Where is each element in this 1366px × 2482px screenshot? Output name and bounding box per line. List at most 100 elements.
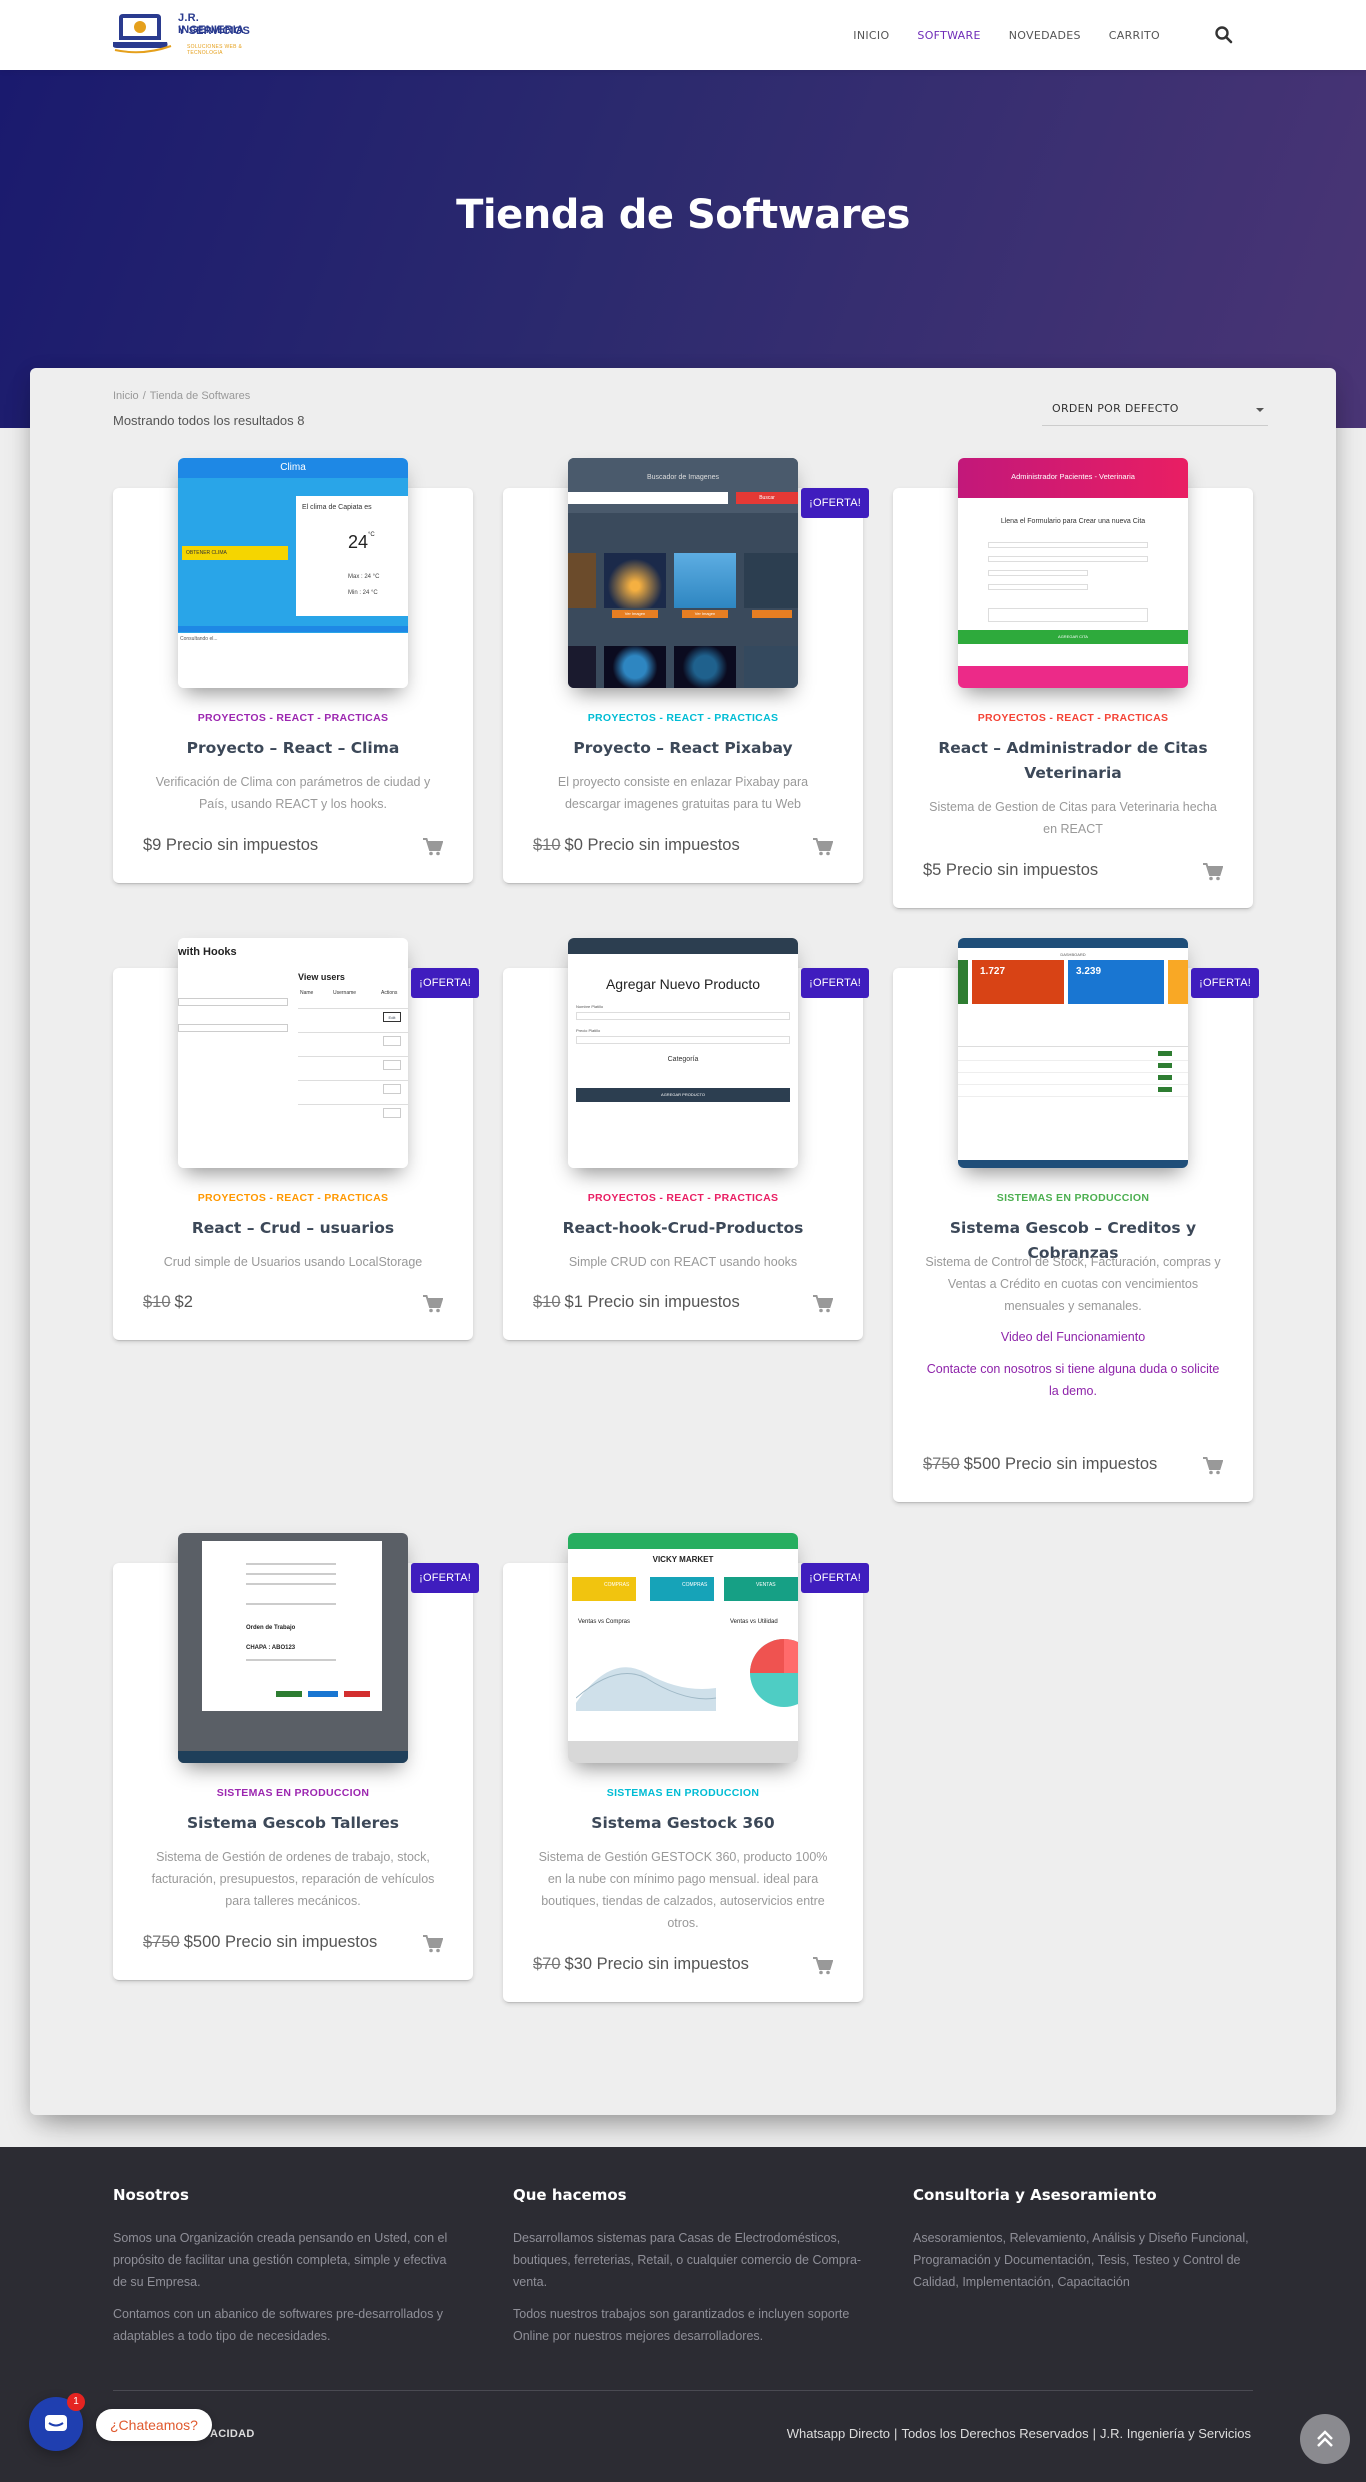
product-image[interactable]: Orden de Trabajo CHAPA : ABO123 <box>178 1533 408 1763</box>
add-to-cart-icon[interactable] <box>813 1295 833 1313</box>
breadcrumb: Inicio / Tienda de Softwares <box>113 390 251 402</box>
breadcrumb-home[interactable]: Inicio <box>113 390 139 402</box>
mini-pie-image <box>750 1639 798 1707</box>
product-title[interactable]: React – Crud – usuarios <box>133 1216 453 1241</box>
product-category[interactable]: PROYECTOS - REACT - PRACTICAS <box>503 1192 863 1204</box>
product-category[interactable]: SISTEMAS EN PRODUCCION <box>503 1787 863 1799</box>
product-card[interactable]: VICKY MARKET COMPRAS COMPRAS VENTAS Vent… <box>503 1533 869 2002</box>
product-card[interactable]: DASHBOARD 1.727 3.239 ¡OFERTA! SISTEMAS … <box>893 938 1259 1502</box>
product-card[interactable]: Administrador Pacientes - Veterinaria Ll… <box>893 458 1253 908</box>
product-description: Crud simple de Usuarios usando LocalStor… <box>163 1255 423 1269</box>
product-category[interactable]: PROYECTOS - REACT - PRACTICAS <box>113 712 473 724</box>
result-count: Mostrando todos los resultados 8 <box>113 413 305 428</box>
product-price: $750 $500 Precio sin impuestos <box>143 1933 378 1951</box>
logo-tagline: SOLUCIONES WEB & TECNOLOGIA <box>187 44 243 56</box>
breadcrumb-current: Tienda de Softwares <box>149 390 251 402</box>
product-description: Simple CRUD con REACT usando hooks <box>568 1255 798 1269</box>
footer-privacy-link[interactable]: ACIDAD <box>210 2428 255 2440</box>
product-title[interactable]: Sistema Gestock 360 <box>523 1811 843 1836</box>
footer-bottom-links: Whatsapp Directo | Todos los Derechos Rese… <box>786 2426 1251 2441</box>
sale-badge: ¡OFERTA! <box>801 488 869 518</box>
footer-divider <box>113 2390 1253 2391</box>
sale-badge: ¡OFERTA! <box>1191 968 1259 998</box>
footer-col-nosotros: Nosotros Somos una Organización creada p… <box>113 2186 463 2357</box>
product-price: $750 $500 Precio sin impuestos <box>923 1455 1158 1473</box>
search-icon[interactable] <box>1214 25 1234 45</box>
product-card[interactable]: Orden de Trabajo CHAPA : ABO123 ¡OFERTA!… <box>113 1533 479 1980</box>
footer-heading: Consultoria y Asesoramiento <box>913 2186 1157 2204</box>
main-nav: INICIO SOFTWARE NOVEDADES CARRITO <box>825 0 1244 70</box>
product-card[interactable]: Buscador de Imagenes Buscar Ver Imagen V… <box>503 458 869 883</box>
footer-heading: Que hacemos <box>513 2186 627 2204</box>
company-link[interactable]: J.R. Ingeniería y Servicios <box>1100 2426 1251 2441</box>
sale-badge: ¡OFERTA! <box>411 1563 479 1593</box>
product-price: $5 Precio sin impuestos <box>923 861 1099 879</box>
product-price: $10 $0 Precio sin impuestos <box>533 836 740 854</box>
add-to-cart-icon[interactable] <box>423 1935 443 1953</box>
video-link[interactable]: Video del Funcionamiento <box>923 1326 1223 1348</box>
mini-chart-image <box>576 1667 716 1711</box>
product-category[interactable]: PROYECTOS - REACT - PRACTICAS <box>503 712 863 724</box>
product-price: $9 Precio sin impuestos <box>143 836 319 854</box>
caret-down-icon <box>1256 408 1264 412</box>
shop-main: Inicio / Tienda de Softwares Mostrando tod… <box>30 368 1336 2115</box>
scroll-to-top-button[interactable] <box>1300 2414 1350 2464</box>
product-image[interactable]: Buscador de Imagenes Buscar Ver Imagen V… <box>568 458 798 688</box>
product-title[interactable]: Proyecto – React Pixabay <box>523 736 843 761</box>
double-chevron-up-icon <box>1317 2430 1333 2447</box>
nav-item-novedades[interactable]: NOVEDADES <box>1009 29 1081 42</box>
page-title: Tienda de Softwares <box>456 192 910 238</box>
product-image[interactable]: Administrador Pacientes - Veterinaria Ll… <box>958 458 1188 688</box>
product-category[interactable]: SISTEMAS EN PRODUCCION <box>113 1787 473 1799</box>
add-to-cart-icon[interactable] <box>813 838 833 856</box>
chat-notification-badge: 1 <box>67 2393 85 2411</box>
add-to-cart-icon[interactable] <box>423 1295 443 1313</box>
logo-line-2: Y SERVICIOS <box>178 25 251 37</box>
chat-label[interactable]: ¿Chateamos? <box>96 2409 212 2441</box>
top-navbar: J.R. INGENIERIA Y SERVICIOS SOLUCIONES W… <box>0 0 1366 70</box>
product-image[interactable]: Clima El clima de Capiata es 24°C Max : … <box>178 458 408 688</box>
nav-item-inicio[interactable]: INICIO <box>853 29 889 42</box>
site-logo[interactable]: J.R. INGENIERIA Y SERVICIOS SOLUCIONES W… <box>113 8 263 58</box>
product-price: $10 $1 Precio sin impuestos <box>533 1293 740 1311</box>
product-description: Verificación de Clima con parámetros de … <box>155 775 431 811</box>
add-to-cart-icon[interactable] <box>1203 1457 1223 1475</box>
product-title[interactable]: React – Administrador de Citas Veterinar… <box>913 736 1233 786</box>
product-image[interactable]: with Hooks View users Name Username Acti… <box>178 938 408 1168</box>
rights-text: Todos los Derechos Reservados <box>901 2426 1089 2441</box>
sale-badge: ¡OFERTA! <box>411 968 479 998</box>
product-card[interactable]: Clima El clima de Capiata es 24°C Max : … <box>113 458 473 883</box>
product-description: Sistema de Control de Stock, Facturación… <box>925 1255 1221 1313</box>
product-title[interactable]: Sistema Gescob Talleres <box>133 1811 453 1836</box>
product-card[interactable]: Agregar Nuevo Producto Nombre Platillo P… <box>503 938 869 1340</box>
product-description: Sistema de Gestion de Citas para Veterin… <box>929 800 1217 836</box>
product-price: $10 $2 <box>143 1293 193 1311</box>
product-category[interactable]: PROYECTOS - REACT - PRACTICAS <box>893 712 1253 724</box>
product-card[interactable]: with Hooks View users Name Username Acti… <box>113 938 479 1340</box>
product-category[interactable]: PROYECTOS - REACT - PRACTICAS <box>113 1192 473 1204</box>
sale-badge: ¡OFERTA! <box>801 1563 869 1593</box>
logo-laptop-icon <box>113 14 172 54</box>
add-to-cart-icon[interactable] <box>423 838 443 856</box>
whatsapp-link[interactable]: Whatsapp Directo <box>787 2426 890 2441</box>
add-to-cart-icon[interactable] <box>1203 863 1223 881</box>
nav-item-software[interactable]: SOFTWARE <box>917 29 980 42</box>
product-title[interactable]: Proyecto – React – Clima <box>133 736 453 761</box>
orderby-select[interactable]: ORDEN POR DEFECTO <box>1042 394 1268 426</box>
product-price: $70 $30 Precio sin impuestos <box>533 1955 749 1973</box>
footer-col-que-hacemos: Que hacemos Desarrollamos sistemas para … <box>513 2186 862 2343</box>
product-title[interactable]: React-hook-Crud-Productos <box>523 1216 843 1241</box>
sale-badge: ¡OFERTA! <box>801 968 869 998</box>
footer-col-consultoria: Consultoria y Asesoramiento Asesoramient… <box>913 2186 1263 2303</box>
footer-heading: Nosotros <box>113 2186 189 2204</box>
add-to-cart-icon[interactable] <box>813 1957 833 1975</box>
product-description: Sistema de Gestión GESTOCK 360, producto… <box>538 1850 828 1930</box>
product-category[interactable]: SISTEMAS EN PRODUCCION <box>893 1192 1253 1204</box>
product-description: Sistema de Gestión de ordenes de trabajo… <box>151 1850 435 1908</box>
product-image[interactable]: DASHBOARD 1.727 3.239 <box>958 938 1188 1168</box>
contact-link[interactable]: Contacte con nosotros si tiene alguna du… <box>923 1358 1223 1402</box>
product-image[interactable]: Agregar Nuevo Producto Nombre Platillo P… <box>568 938 798 1168</box>
product-description: El proyecto consiste en enlazar Pixabay … <box>557 775 809 811</box>
nav-item-carrito[interactable]: CARRITO <box>1109 29 1160 42</box>
product-image[interactable]: VICKY MARKET COMPRAS COMPRAS VENTAS Vent… <box>568 1533 798 1763</box>
